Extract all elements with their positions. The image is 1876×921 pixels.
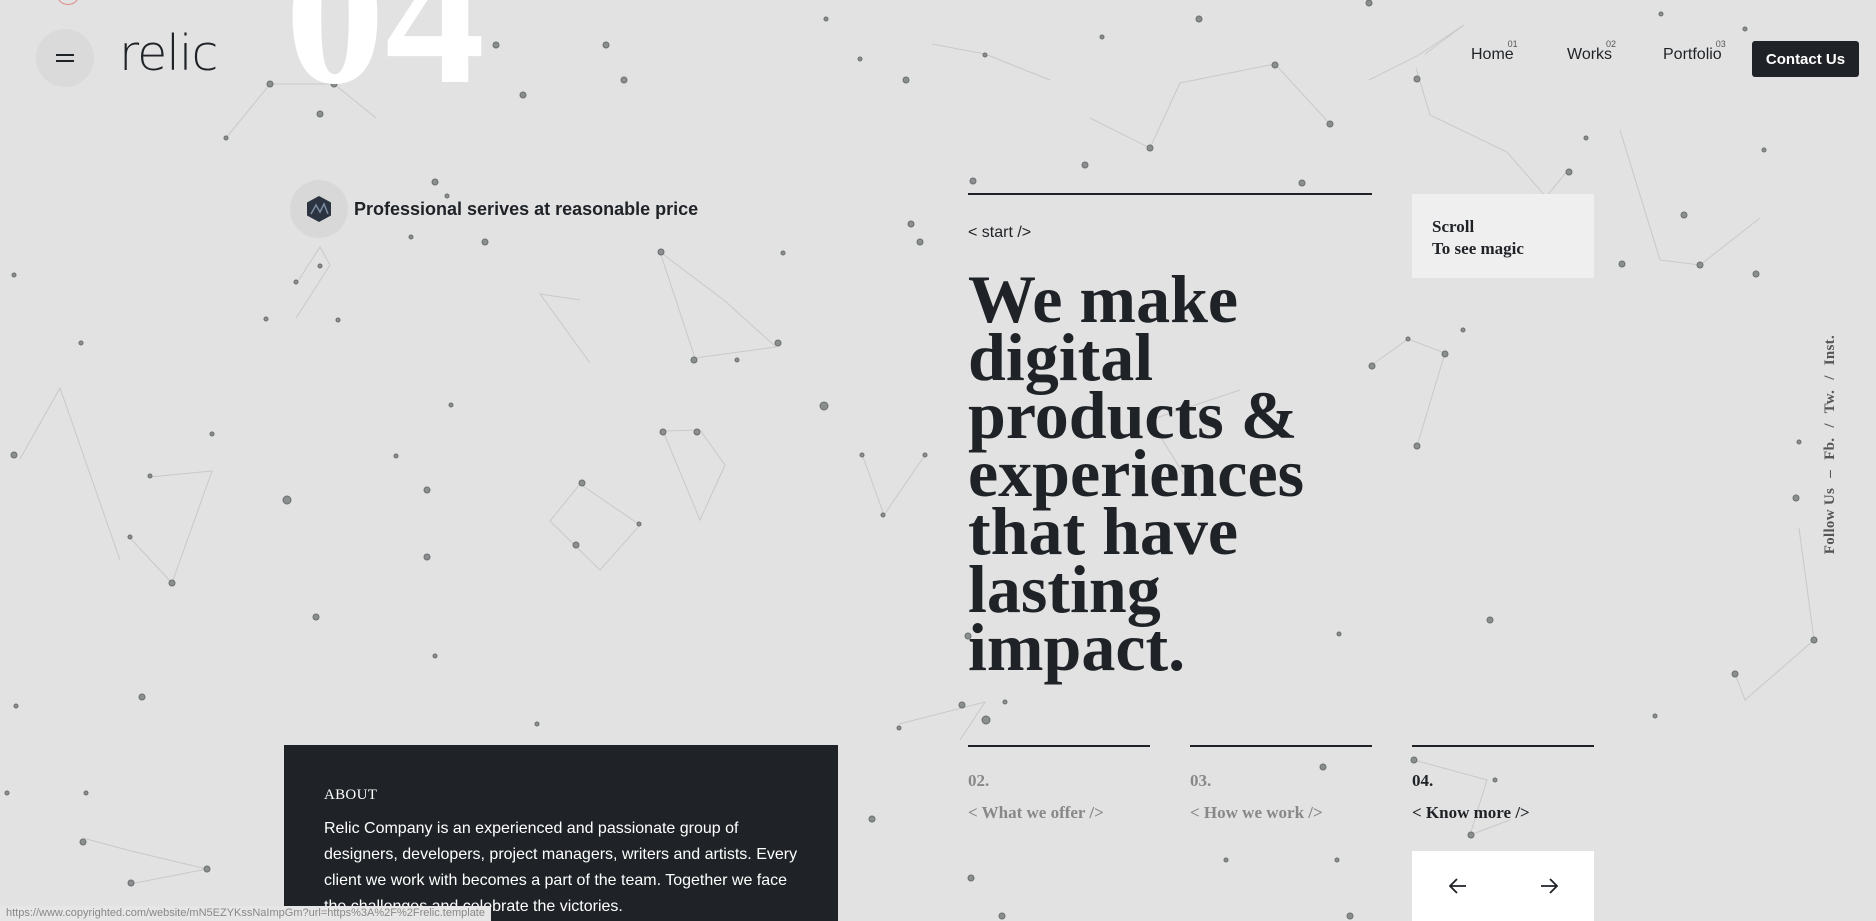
step-divider <box>1412 745 1594 747</box>
section-number: 04 <box>285 0 485 126</box>
nav-item-works[interactable]: Works 02 <box>1567 39 1616 64</box>
social-separator: / <box>1822 375 1838 380</box>
social-link-facebook[interactable]: Fb. <box>1822 438 1838 460</box>
hamburger-icon <box>56 54 74 56</box>
follow-dash: – <box>1822 469 1838 478</box>
contact-us-button[interactable]: Contact Us <box>1752 41 1859 77</box>
step-divider <box>1190 745 1372 747</box>
step-number: 02. <box>968 771 990 790</box>
tagline-text: Professional serives at reasonable price <box>354 198 699 219</box>
social-link-twitter[interactable]: Tw. <box>1822 390 1838 414</box>
network-background <box>4 0 1818 920</box>
about-text: Relic Company is an experienced and pass… <box>324 820 798 915</box>
scroll-hint-line1: Scroll <box>1432 217 1475 236</box>
arrow-left-icon[interactable] <box>1443 871 1473 901</box>
nav-item-index: 01 <box>1507 39 1518 49</box>
scroll-hint[interactable]: Scroll To see magic <box>1412 194 1594 278</box>
nav-item-label: Portfolio <box>1663 46 1722 63</box>
social-separator: / <box>1822 423 1838 428</box>
hero-divider <box>968 193 1372 195</box>
follow-label: Follow Us <box>1822 487 1838 555</box>
step-divider <box>968 745 1150 747</box>
step-label: < How we work /> <box>1190 803 1323 822</box>
hexagon-logo-icon <box>290 180 348 238</box>
step-know-more[interactable]: 04. < Know more /> <box>1412 745 1594 823</box>
scroll-hint-line2: To see magic <box>1432 239 1524 258</box>
nav-item-index: 02 <box>1606 39 1617 49</box>
slider-controls <box>1412 851 1594 921</box>
step-what-we-offer[interactable]: 02. < What we offer /> <box>968 745 1150 823</box>
about-heading: ABOUT <box>324 787 378 803</box>
logo[interactable]: relic <box>119 25 218 82</box>
nav-item-portfolio[interactable]: Portfolio 03 <box>1663 39 1726 64</box>
nav-item-home[interactable]: Home 01 <box>1471 39 1518 64</box>
step-label: < Know more /> <box>1412 803 1530 822</box>
step-number: 03. <box>1190 771 1212 790</box>
hamburger-menu-button[interactable] <box>36 29 94 87</box>
social-link-instagram[interactable]: Inst. <box>1822 335 1838 365</box>
tagline: Professional serives at reasonable price <box>290 180 698 238</box>
status-bar-url: https://www.copyrighted.com/website/mN5E… <box>0 906 491 921</box>
step-label: < What we offer /> <box>968 803 1104 822</box>
step-number: 04. <box>1412 771 1434 790</box>
arrow-right-icon[interactable] <box>1534 871 1564 901</box>
follow-us: Follow Us – Fb. / Tw. / Inst. <box>1822 335 1839 554</box>
hero-title: We make digital products & experiences t… <box>968 261 1305 685</box>
about-panel: ABOUT Relic Company is an experienced an… <box>284 745 838 921</box>
start-tag: < start /> <box>968 224 1032 241</box>
step-how-we-work[interactable]: 03. < How we work /> <box>1190 745 1372 823</box>
nav-item-index: 03 <box>1715 39 1726 49</box>
